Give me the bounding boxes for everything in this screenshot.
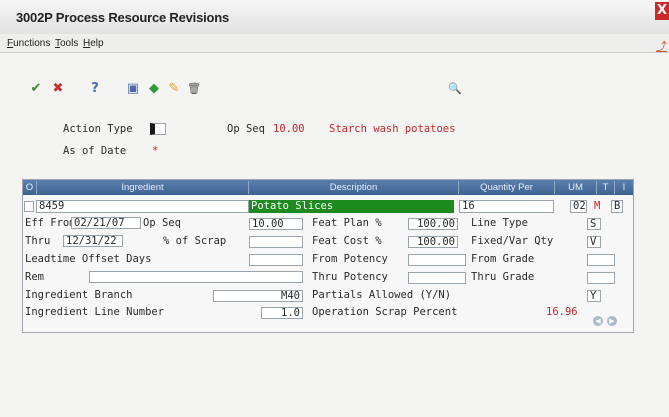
from-grade-label: From Grade (471, 253, 535, 265)
from-potency-label: From Potency (312, 253, 388, 265)
col-ingredient[interactable]: Ingredient (37, 181, 249, 194)
col-option[interactable]: O (23, 181, 37, 194)
row-ingredient[interactable]: 8459 (36, 200, 249, 213)
op-scrap-label: Operation Scrap Percent (312, 306, 458, 318)
forward-icon[interactable]: ◆ (146, 81, 162, 97)
menu-tools[interactable]: Tools (55, 38, 78, 49)
thru-potency-label: Thru Potency (312, 271, 388, 283)
col-t[interactable]: T (597, 181, 615, 194)
window-title: 3002P Process Resource Revisions (16, 10, 230, 25)
op-description: Starch wash potatoes (329, 123, 456, 135)
table-icon[interactable]: ▣ (125, 81, 141, 97)
row-um[interactable]: 02 (570, 200, 587, 213)
row-t: M (594, 200, 601, 212)
op-seq-header-value: 10.00 (273, 123, 305, 135)
leadtime-field[interactable] (249, 254, 303, 266)
feat-cost-field[interactable]: 100.00 (408, 236, 458, 248)
col-um[interactable]: UM (555, 181, 597, 194)
row-description[interactable]: Potato Slices (249, 200, 454, 213)
branch-field[interactable]: M40 (213, 290, 303, 302)
thru-potency-field[interactable] (408, 272, 466, 284)
eff-from-field[interactable]: 02/21/07 (71, 217, 141, 229)
row-quantity-per[interactable]: 16 (459, 200, 554, 213)
eff-from-label: Eff From (25, 217, 76, 229)
row-i[interactable]: B (611, 200, 623, 213)
op-scrap-value: 16.96 (546, 306, 578, 318)
feat-plan-field[interactable]: 100.00 (408, 218, 458, 230)
menu-help[interactable]: Help (83, 38, 104, 49)
ok-icon[interactable]: ✔ (28, 81, 44, 97)
line-number-label: Ingredient Line Number (25, 306, 165, 318)
feat-plan-label: Feat Plan % (312, 217, 382, 229)
delete-icon[interactable]: 🗑 (186, 81, 202, 97)
app-window: 3002P Process Resource Revisions X Funct… (0, 0, 669, 417)
partials-label: Partials Allowed (Y/N) (312, 289, 452, 301)
line-type-label: Line Type (471, 217, 528, 229)
action-type-label: Action Type (63, 123, 133, 135)
thru-grade-label: Thru Grade (471, 271, 535, 283)
fixed-var-label: Fixed/Var Qty (471, 235, 554, 247)
col-i[interactable]: I (615, 181, 633, 194)
menu-functions[interactable]: Functions (7, 38, 50, 49)
fixed-var-field[interactable]: V (587, 236, 601, 248)
pin-icon[interactable]: ⤴ (656, 38, 667, 54)
edit-icon[interactable]: ✎ (166, 81, 182, 97)
col-quantity-per[interactable]: Quantity Per (459, 181, 555, 194)
help-icon[interactable]: ? (87, 81, 103, 97)
feat-cost-label: Feat Cost % (312, 235, 382, 247)
toolbar: ✔ ✖ ? ▣ ◆ ✎ 🗑 🔍 (0, 53, 669, 109)
as-of-date-label: As of Date (63, 145, 127, 157)
as-of-date-marker[interactable]: * (152, 145, 158, 157)
line-number-field[interactable]: 1.0 (261, 307, 303, 319)
thru-field[interactable]: 12/31/22 (63, 235, 123, 247)
from-potency-field[interactable] (408, 254, 466, 266)
op-seq-header-label: Op Seq (227, 123, 265, 135)
menu-bar: Functions Tools Help ⤴ (0, 34, 669, 53)
next-page-icon[interactable]: ▶ (607, 316, 617, 326)
leadtime-label: Leadtime Offset Days (25, 253, 152, 265)
grid-header: O Ingredient Description Quantity Per UM… (23, 180, 633, 195)
previous-page-icon[interactable]: ◀ (593, 316, 603, 326)
close-icon[interactable]: X (655, 2, 669, 20)
scrap-field[interactable] (249, 236, 303, 248)
line-type-field[interactable]: S (587, 218, 601, 230)
row-checkbox[interactable] (24, 201, 34, 212)
op-seq-field[interactable]: 10.00 (249, 218, 303, 230)
thru-label: Thru (25, 235, 51, 247)
title-bar: 3002P Process Resource Revisions X (0, 0, 669, 35)
thru-grade-field[interactable] (587, 272, 615, 284)
scrap-label: % of Scrap (163, 235, 227, 247)
partials-field[interactable]: Y (587, 290, 601, 302)
cancel-icon[interactable]: ✖ (50, 81, 66, 97)
find-icon[interactable]: 🔍 (447, 81, 463, 97)
rem-field[interactable] (89, 271, 303, 283)
ingredient-grid: O Ingredient Description Quantity Per UM… (22, 179, 634, 333)
col-description[interactable]: Description (249, 181, 459, 194)
op-seq-label: Op Seq (143, 217, 181, 229)
rem-label: Rem (25, 271, 44, 283)
from-grade-field[interactable] (587, 254, 615, 266)
action-type-field[interactable] (150, 123, 166, 135)
branch-label: Ingredient Branch (25, 289, 133, 301)
